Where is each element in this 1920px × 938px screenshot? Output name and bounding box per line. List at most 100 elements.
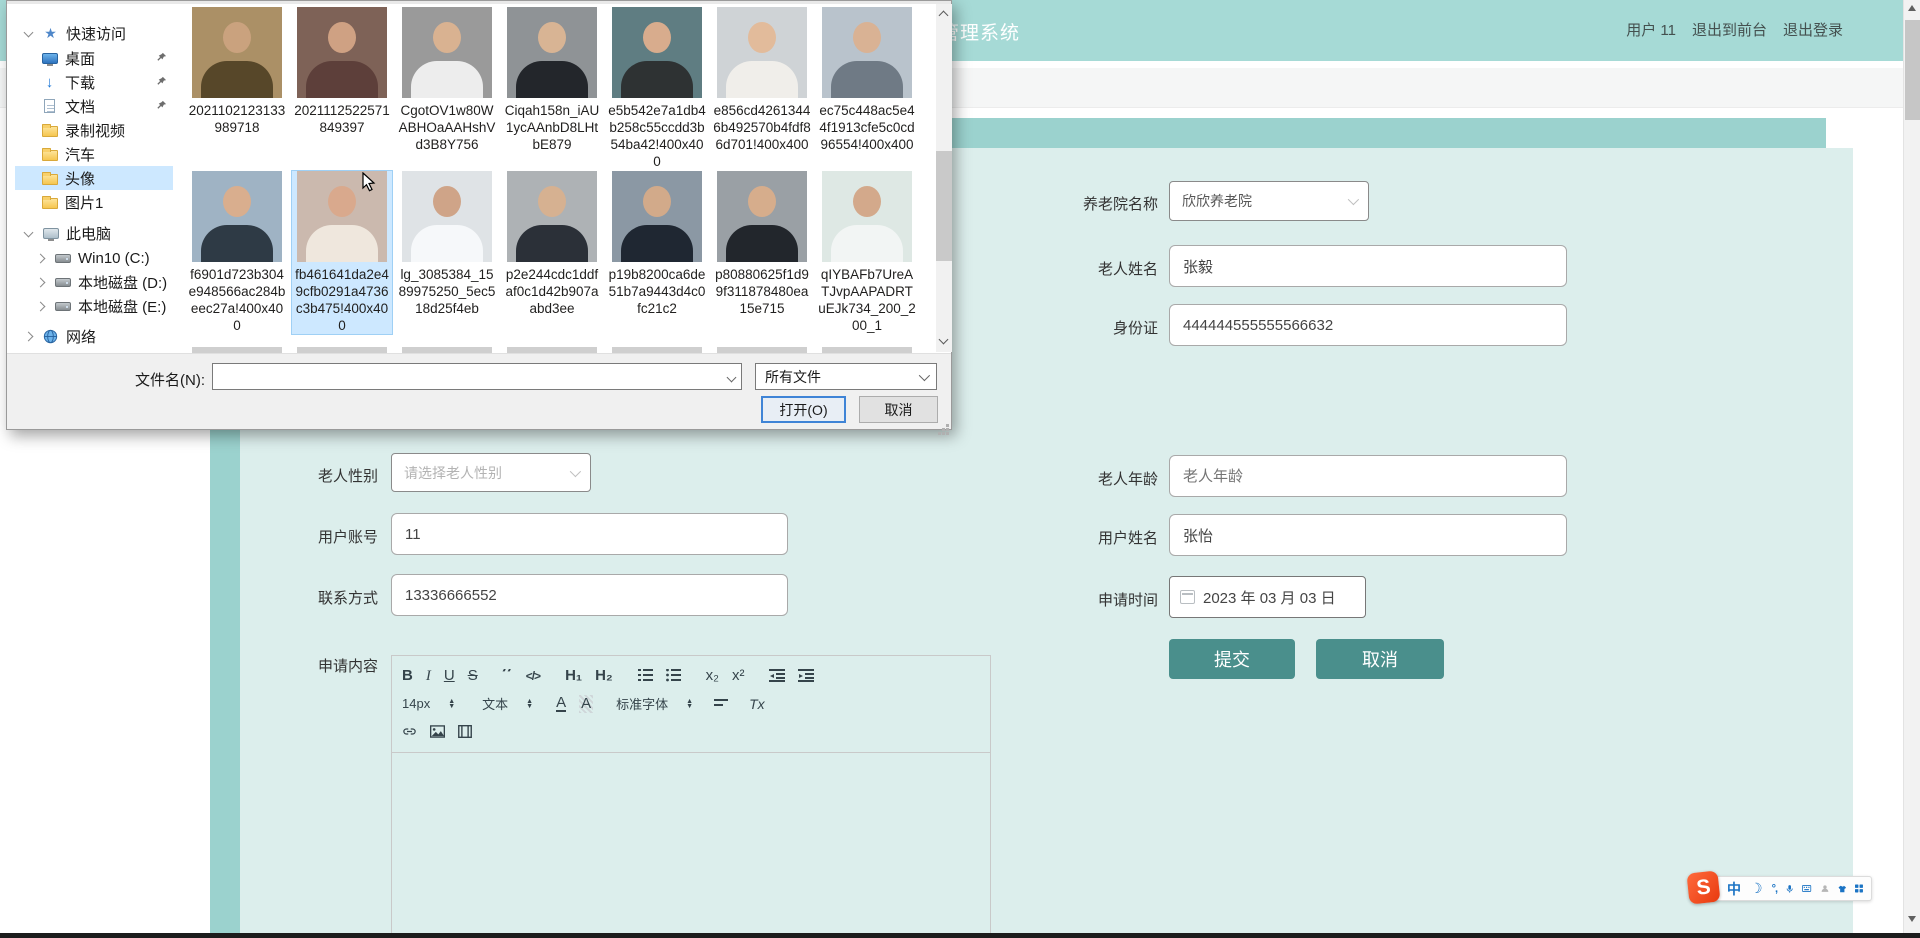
keyboard-icon[interactable]	[1802, 883, 1812, 894]
heading2-icon[interactable]: H₂	[595, 667, 613, 685]
heading1-icon[interactable]: H₁	[565, 667, 582, 685]
subscript-icon[interactable]: x₂	[706, 667, 719, 685]
sogou-logo-icon[interactable]: S	[1686, 870, 1721, 905]
sidebar-item-folder-car[interactable]: 汽车	[15, 142, 173, 166]
page-scrollbar[interactable]	[1903, 0, 1920, 933]
dialog-cancel-button[interactable]: 取消	[859, 396, 938, 423]
file-item[interactable]: 2021112522571849397	[292, 7, 392, 136]
sidebar-item-drive-e[interactable]: 本地磁盘 (E:)	[15, 294, 173, 318]
folder-icon	[41, 147, 58, 161]
video-icon[interactable]	[458, 725, 472, 738]
sidebar-item-label: 汽车	[65, 146, 96, 164]
logout-link[interactable]: 退出登录	[1783, 19, 1843, 40]
code-block-icon[interactable]: </>	[526, 667, 541, 685]
sidebar-item-documents[interactable]: 文档	[15, 94, 173, 118]
chevron-down-icon	[1347, 193, 1360, 206]
resize-grip-icon[interactable]	[946, 424, 949, 427]
bold-icon[interactable]: B	[402, 667, 413, 685]
form-cancel-button[interactable]: 取消	[1316, 639, 1444, 679]
scrollbar-thumb[interactable]	[1905, 20, 1920, 120]
open-button[interactable]: 打开(O)	[761, 396, 846, 423]
sidebar-item-drive-d[interactable]: 本地磁盘 (D:)	[15, 270, 173, 294]
filetype-select[interactable]: 所有文件	[755, 363, 937, 390]
stepper-icon: ▲ ▼	[448, 697, 456, 710]
file-item[interactable]: p19b8200ca6de51b7a9443d4c0fc21c2	[607, 171, 707, 317]
id-card-input[interactable]	[1169, 304, 1567, 346]
clear-format-icon[interactable]: Tx	[749, 695, 765, 713]
file-list-scrollbar[interactable]	[936, 4, 952, 352]
chevron-down-icon[interactable]	[726, 372, 737, 383]
file-item[interactable]: e5b542e7a1db4b258c55ccdd3b54ba42!400x400	[607, 7, 707, 170]
elder-age-input[interactable]	[1169, 455, 1567, 497]
font-size-select[interactable]: 14px ▲ ▼	[402, 696, 455, 711]
scrollbar-thumb[interactable]	[936, 151, 952, 261]
contact-input[interactable]	[391, 574, 788, 616]
logout-front-link[interactable]: 退出到前台	[1692, 19, 1767, 40]
file-item[interactable]: p2e244cdc1ddfaf0c1d42b907aabd3ee	[502, 171, 602, 317]
user-name-input[interactable]	[1169, 514, 1567, 556]
text-style-select[interactable]: 文本 ▲ ▼	[482, 694, 533, 713]
text-color-icon[interactable]: A	[556, 695, 567, 712]
apply-time-picker[interactable]: 2023 年 03 月 03 日	[1169, 576, 1366, 618]
file-item[interactable]: e856cd42613446b492570b4fdf86d701!400x400	[712, 7, 812, 153]
filename-input[interactable]	[215, 366, 720, 387]
scroll-down-icon[interactable]	[1908, 916, 1916, 922]
outdent-icon[interactable]	[769, 669, 786, 682]
chinese-mode-icon[interactable]: 中	[1727, 879, 1741, 899]
indent-icon[interactable]	[798, 669, 815, 682]
apps-grid-icon[interactable]	[1855, 882, 1864, 895]
file-item[interactable]: f6901d723b304e948566ac284beec27a!400x400	[187, 171, 287, 334]
moon-icon[interactable]: ☽	[1750, 880, 1763, 897]
file-open-dialog: ★ 快速访问 桌面 ↓ 下载 文档 录制视频 汽车 头像 图片1 此电脑 Win…	[6, 0, 952, 430]
scroll-up-icon[interactable]	[1908, 5, 1916, 11]
facility-select[interactable]: 欣欣养老院	[1169, 181, 1369, 221]
link-icon[interactable]	[402, 724, 417, 739]
sidebar-item-label: 录制视频	[65, 122, 126, 140]
image-icon[interactable]	[430, 725, 445, 738]
sidebar-item-this-pc[interactable]: 此电脑	[15, 221, 173, 245]
sidebar-item-downloads[interactable]: ↓ 下载	[15, 70, 173, 94]
sidebar-item-network[interactable]: 网络	[15, 324, 173, 348]
sidebar-item-folder-pic[interactable]: 图片1	[15, 190, 173, 214]
submit-button[interactable]: 提交	[1169, 639, 1295, 679]
microphone-icon[interactable]	[1786, 882, 1793, 896]
user-mode-icon[interactable]	[1821, 882, 1829, 895]
header-links: 用户 11 退出到前台 退出登录	[1626, 19, 1843, 40]
bullet-list-icon[interactable]	[665, 669, 681, 682]
sidebar-item-folder-avatar[interactable]: 头像	[15, 166, 173, 190]
user-link[interactable]: 用户 11	[1626, 19, 1676, 40]
underline-icon[interactable]: U	[444, 667, 455, 685]
sidebar-item-desktop[interactable]: 桌面	[15, 46, 173, 70]
file-item[interactable]: p80880625f1d99f311878480ea15e715	[712, 171, 812, 317]
sidebar-item-quick-access[interactable]: ★ 快速访问	[15, 21, 173, 45]
ime-toolbar: 中 ☽ °,	[1712, 876, 1872, 901]
strikethrough-icon[interactable]: S	[468, 667, 478, 685]
elder-gender-select[interactable]: 请选择老人性别	[391, 453, 591, 492]
file-item[interactable]: qIYBAFb7UreATJvpAAPADRTuEJk734_200_200_1	[817, 171, 917, 334]
skin-icon[interactable]	[1838, 883, 1847, 895]
italic-icon[interactable]: I	[426, 667, 431, 685]
file-item[interactable]: ec75c448ac5e44f1913cfe5c0cd96554!400x400	[817, 7, 917, 153]
sidebar-item-drive-c[interactable]: Win10 (C:)	[15, 246, 173, 270]
account-input[interactable]	[391, 513, 788, 555]
elder-name-input[interactable]	[1169, 245, 1567, 287]
ordered-list-icon[interactable]	[637, 669, 653, 682]
blockquote-icon[interactable]: ”	[501, 669, 513, 683]
file-name: fb461641da2e49cfb0291a4736c3b475!400x400	[295, 267, 389, 333]
scroll-up-icon[interactable]	[938, 10, 949, 21]
sidebar-item-folder-video[interactable]: 录制视频	[15, 118, 173, 142]
highlight-color-icon[interactable]: A	[579, 694, 594, 713]
superscript-icon[interactable]: x²	[732, 667, 745, 685]
punctuation-icon[interactable]: °,	[1772, 883, 1779, 895]
file-item[interactable]: lg_3085384_1589975250_5ec518d25f4eb	[397, 171, 497, 317]
file-item-selected[interactable]: fb461641da2e49cfb0291a4736c3b475!400x400	[291, 170, 393, 335]
file-item[interactable]: 2021102123133989718	[187, 7, 287, 136]
pin-icon	[156, 50, 167, 67]
file-item[interactable]: Ciqah158n_iAU1ycAAnbD8LHtbE879	[502, 7, 602, 153]
file-item[interactable]: CgotOV1w80WABHOaAAHshVd3B8Y756	[397, 7, 497, 153]
drive-icon	[54, 301, 71, 311]
font-family-select[interactable]: 标准字体 ▲ ▼	[616, 694, 693, 713]
scroll-down-icon[interactable]	[938, 334, 949, 345]
align-icon[interactable]	[714, 698, 729, 709]
editor-content[interactable]	[392, 753, 990, 938]
